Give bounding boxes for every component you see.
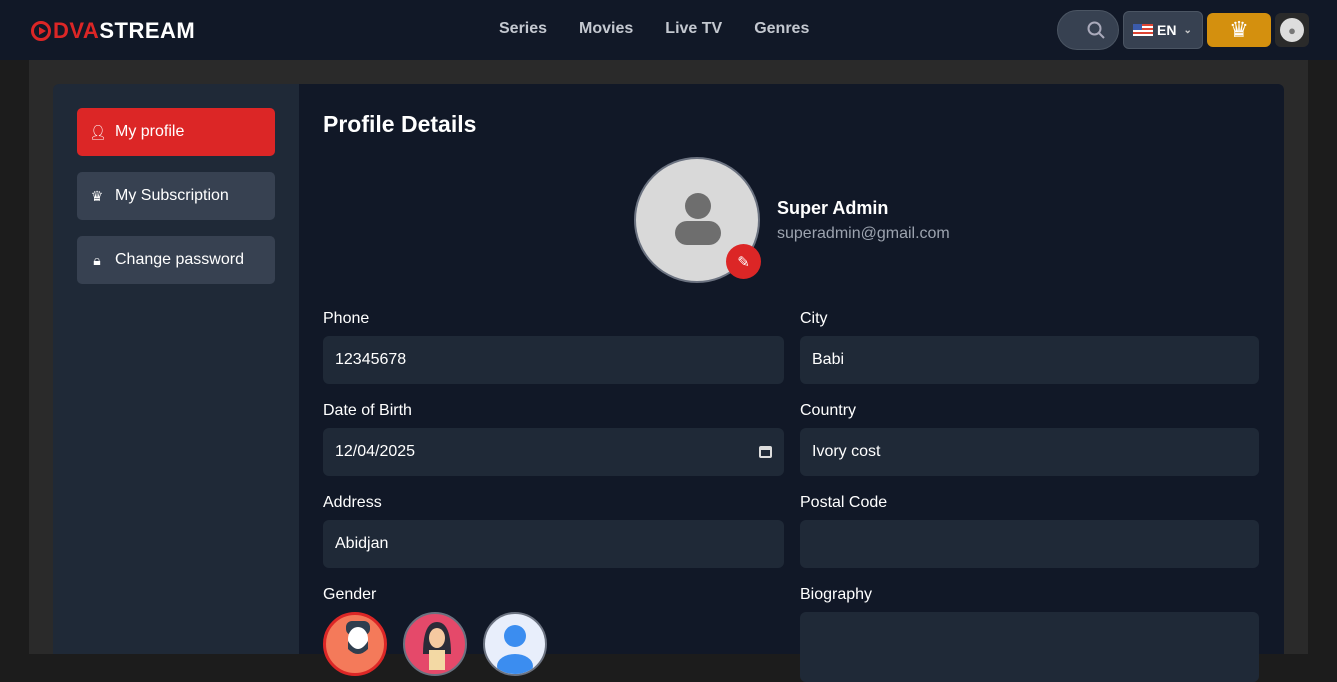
us-flag-icon — [1133, 24, 1153, 36]
country-label: Country — [800, 402, 857, 419]
phone-label: Phone — [323, 310, 370, 327]
sidebar-item-label: My profile — [115, 123, 185, 140]
lock-icon: 🔒︎ — [93, 251, 101, 268]
nav-movies[interactable]: Movies — [579, 20, 633, 38]
profile-sidebar: 👤︎ My profile ♛ My Subscription 🔒︎ Change p… — [53, 84, 299, 654]
gender-label: Gender — [323, 586, 377, 603]
sidebar-item-label: Change password — [115, 251, 244, 268]
logo-text-red: DVA — [53, 18, 100, 43]
phone-input[interactable]: 12345678 — [323, 336, 784, 384]
search-icon — [1087, 21, 1105, 39]
sidebar-item-change-password[interactable]: 🔒︎ Change password — [77, 236, 275, 284]
sidebar-item-my-subscription[interactable]: ♛ My Subscription — [77, 172, 275, 220]
logo-text-white: STREAM — [99, 18, 196, 43]
postal-code-input[interactable] — [800, 520, 1259, 568]
user-name: Super Admin — [777, 198, 889, 218]
sidebar-item-label: My Subscription — [115, 187, 229, 204]
language-label: EN — [1157, 22, 1177, 38]
country-value: Ivory cost — [812, 443, 881, 460]
user-menu-button[interactable]: ● — [1275, 13, 1309, 47]
gender-male-option[interactable] — [323, 612, 387, 676]
user-icon: 👤︎ — [89, 123, 107, 140]
search-button[interactable] — [1057, 10, 1119, 50]
dob-label: Date of Birth — [323, 402, 412, 419]
nav-live-tv[interactable]: Live TV — [665, 20, 722, 38]
address-input[interactable]: Abidjan — [323, 520, 784, 568]
avatar-icon: ● — [1280, 18, 1304, 42]
premium-button[interactable]: ♛ — [1207, 13, 1271, 47]
user-avatar-icon — [497, 625, 533, 674]
city-label: City — [800, 310, 828, 327]
profile-details-panel: Profile Details ✎ Super Admin superadmin… — [299, 84, 1284, 682]
edit-avatar-button[interactable]: ✎ — [726, 244, 761, 279]
city-input[interactable]: Babi — [800, 336, 1259, 384]
chevron-down-icon: ⌄ — [1183, 24, 1192, 36]
dob-input[interactable]: 12/04/2025 — [323, 428, 784, 476]
address-label: Address — [323, 494, 382, 511]
gender-other-option[interactable] — [483, 612, 547, 676]
country-input[interactable]: Ivory cost — [800, 428, 1259, 476]
crown-icon: ♛ — [90, 187, 104, 204]
male-avatar-icon — [346, 621, 370, 654]
address-value: Abidjan — [335, 535, 389, 552]
gender-female-option[interactable] — [403, 612, 467, 676]
edit-icon: ✎ — [737, 253, 750, 271]
page-title: Profile Details — [323, 111, 477, 137]
biography-textarea[interactable] — [800, 612, 1259, 682]
female-avatar-icon — [423, 622, 451, 670]
crown-icon: ♛ — [1229, 17, 1249, 42]
sidebar-item-my-profile[interactable]: 👤︎ My profile — [77, 108, 275, 156]
main-nav: Series Movies Live TV Genres — [499, 20, 809, 38]
biography-label: Biography — [800, 586, 873, 603]
nav-series[interactable]: Series — [499, 20, 547, 38]
play-icon — [31, 21, 51, 41]
phone-value: 12345678 — [335, 351, 407, 368]
nav-genres[interactable]: Genres — [754, 20, 809, 38]
city-value: Babi — [812, 351, 845, 368]
calendar-icon[interactable] — [759, 446, 772, 458]
top-navbar: DVA STREAM Series Movies Live TV Genres E… — [0, 0, 1337, 60]
logo[interactable]: DVA STREAM — [31, 18, 195, 44]
user-email: superadmin@gmail.com — [777, 225, 950, 242]
dob-value: 12/04/2025 — [335, 443, 416, 460]
postal-code-label: Postal Code — [800, 494, 888, 511]
language-select[interactable]: EN ⌄ — [1123, 11, 1203, 49]
